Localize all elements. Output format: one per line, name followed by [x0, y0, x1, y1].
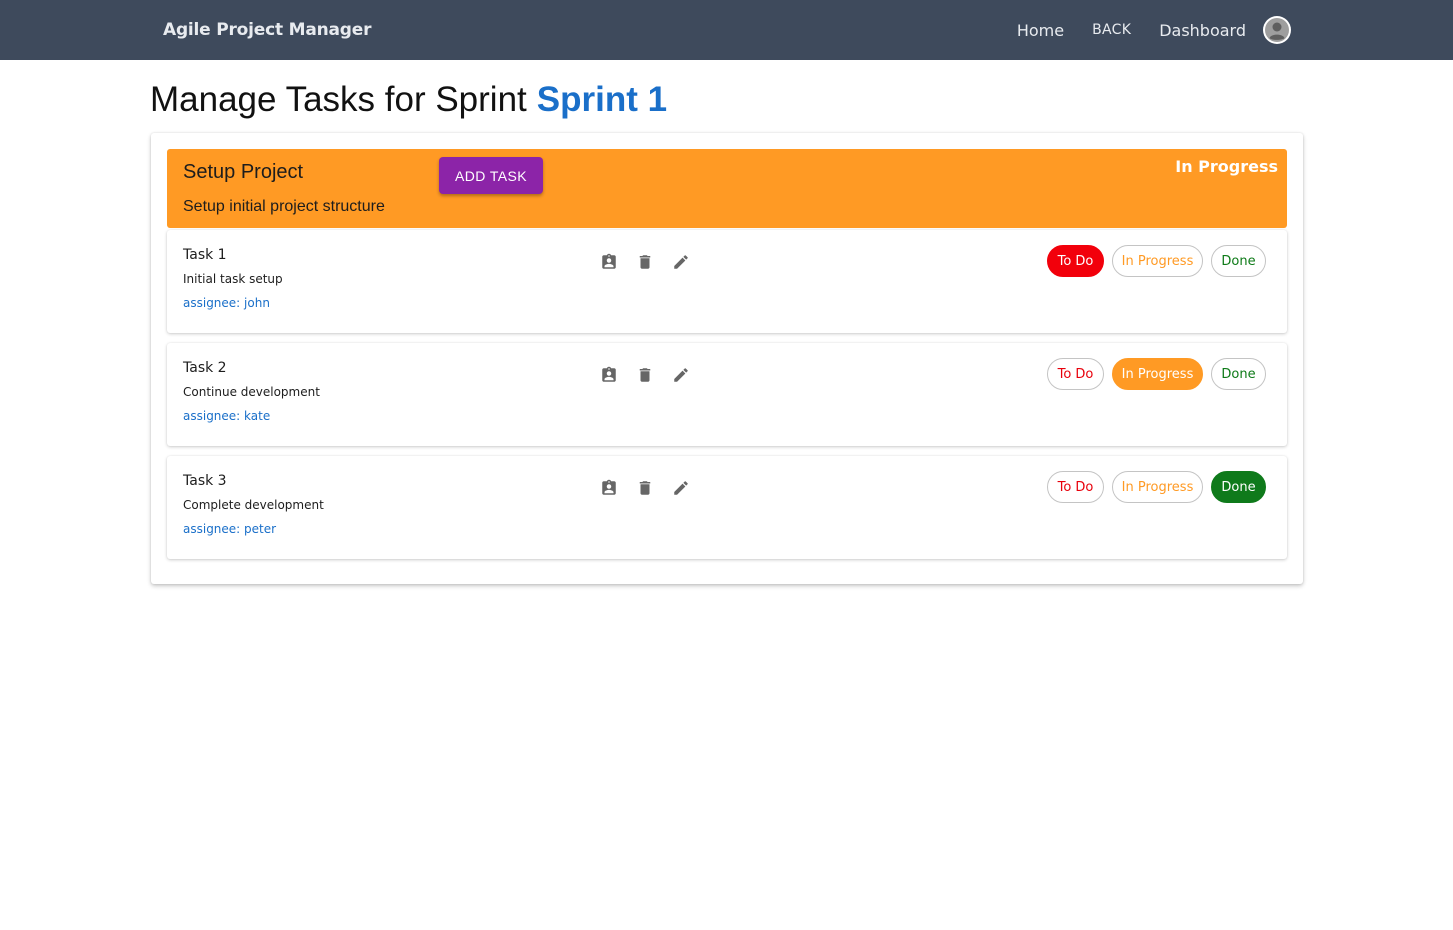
status-in-progress-button[interactable]: In Progress: [1112, 245, 1203, 277]
nav-dashboard-link[interactable]: Dashboard: [1159, 21, 1246, 40]
user-avatar[interactable]: [1263, 16, 1291, 44]
task-assignee: assignee: kate: [183, 409, 271, 423]
nav-home-link[interactable]: Home: [1017, 21, 1064, 40]
task-actions: [599, 365, 691, 385]
task-status-group: To Do In Progress Done: [1047, 471, 1266, 503]
status-done-button[interactable]: Done: [1211, 471, 1266, 503]
edit-icon[interactable]: [671, 252, 691, 272]
task-title: Task 2: [183, 360, 227, 376]
story-header: Setup Project Setup initial project stru…: [167, 149, 1287, 228]
status-in-progress-button[interactable]: In Progress: [1112, 471, 1203, 503]
story-panel: Setup Project Setup initial project stru…: [151, 133, 1303, 584]
top-navbar: Agile Project Manager Home BACK Dashboar…: [0, 0, 1453, 60]
delete-icon[interactable]: [635, 478, 655, 498]
task-assignee: assignee: john: [183, 296, 270, 310]
delete-icon[interactable]: [635, 252, 655, 272]
assign-user-icon[interactable]: [599, 478, 619, 498]
task-description: Continue development: [183, 385, 320, 399]
task-card: Task 1 Initial task setup assignee: john…: [167, 230, 1287, 333]
page-title-prefix: Manage Tasks for Sprint: [150, 80, 527, 119]
task-card: Task 2 Continue development assignee: ka…: [167, 343, 1287, 446]
task-status-group: To Do In Progress Done: [1047, 358, 1266, 390]
status-todo-button[interactable]: To Do: [1047, 471, 1104, 503]
status-todo-button[interactable]: To Do: [1047, 358, 1104, 390]
task-actions: [599, 252, 691, 272]
account-circle-icon: [1265, 18, 1289, 42]
add-task-button[interactable]: ADD TASK: [439, 157, 543, 194]
nav-back-link[interactable]: BACK: [1092, 22, 1131, 38]
story-title: Setup Project: [183, 161, 304, 183]
task-actions: [599, 478, 691, 498]
status-todo-button[interactable]: To Do: [1047, 245, 1104, 277]
story-description: Setup initial project structure: [183, 198, 385, 215]
edit-icon[interactable]: [671, 478, 691, 498]
task-card: Task 3 Complete development assignee: pe…: [167, 456, 1287, 559]
delete-icon[interactable]: [635, 365, 655, 385]
task-assignee: assignee: peter: [183, 522, 277, 536]
status-in-progress-button[interactable]: In Progress: [1112, 358, 1203, 390]
story-status: In Progress: [1175, 157, 1278, 176]
assign-user-icon[interactable]: [599, 365, 619, 385]
task-description: Initial task setup: [183, 272, 283, 286]
assign-user-icon[interactable]: [599, 252, 619, 272]
status-done-button[interactable]: Done: [1211, 245, 1266, 277]
task-title: Task 3: [183, 473, 227, 489]
status-done-button[interactable]: Done: [1211, 358, 1266, 390]
edit-icon[interactable]: [671, 365, 691, 385]
sprint-name: Sprint 1: [536, 80, 668, 119]
app-brand[interactable]: Agile Project Manager: [163, 20, 371, 40]
task-status-group: To Do In Progress Done: [1047, 245, 1266, 277]
task-description: Complete development: [183, 498, 324, 512]
task-title: Task 1: [183, 247, 227, 263]
page-title: Manage Tasks for Sprint Sprint 1: [150, 80, 667, 120]
